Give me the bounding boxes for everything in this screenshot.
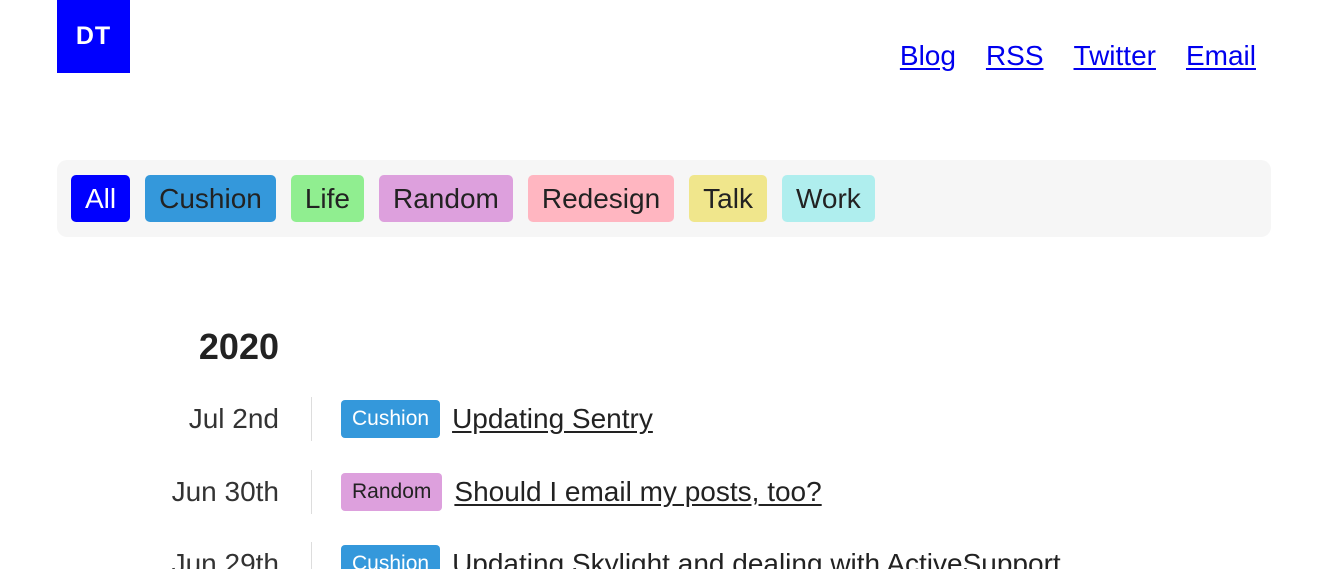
post-tag[interactable]: Random: [341, 473, 443, 511]
filter-work[interactable]: Work: [781, 175, 875, 222]
post-row: Jul 2nd Cushion Updating Sentry: [0, 397, 653, 441]
year-heading: 2020: [198, 326, 279, 367]
timeline-divider: [311, 542, 312, 569]
nav-link-rss[interactable]: RSS: [986, 40, 1044, 72]
filter-talk[interactable]: Talk: [689, 175, 767, 222]
post-tag[interactable]: Cushion: [341, 400, 441, 438]
filter-cushion[interactable]: Cushion: [145, 175, 276, 222]
filter-life[interactable]: Life: [290, 175, 365, 222]
filter-all[interactable]: All: [71, 175, 131, 222]
post-title-link[interactable]: Should I email my posts, too?: [454, 476, 821, 508]
timeline-divider: [311, 470, 312, 514]
filter-random[interactable]: Random: [379, 175, 513, 222]
nav-link-email[interactable]: Email: [1186, 40, 1256, 72]
category-filter-bar: All Cushion Life Random Redesign Talk Wo…: [57, 160, 1271, 237]
post-date: Jun 30th: [171, 476, 279, 507]
top-nav: Blog RSS Twitter Email: [900, 40, 1256, 72]
post-date: Jun 29th: [171, 548, 279, 569]
nav-link-twitter[interactable]: Twitter: [1074, 40, 1156, 72]
post-title-link[interactable]: Updating Skylight and dealing with Activ…: [452, 548, 1061, 569]
post-tag[interactable]: Cushion: [341, 545, 441, 569]
timeline-divider: [311, 397, 312, 441]
page: DT Blog RSS Twitter Email All Cushion Li…: [0, 0, 1332, 569]
post-date: Jul 2nd: [188, 403, 279, 434]
filter-redesign[interactable]: Redesign: [527, 175, 675, 222]
post-row: Jun 30th Random Should I email my posts,…: [0, 470, 822, 514]
post-title-link[interactable]: Updating Sentry: [452, 403, 653, 435]
post-row: Jun 29th Cushion Updating Skylight and d…: [0, 542, 1061, 569]
nav-link-blog[interactable]: Blog: [900, 40, 956, 72]
site-logo[interactable]: DT: [57, 0, 130, 73]
